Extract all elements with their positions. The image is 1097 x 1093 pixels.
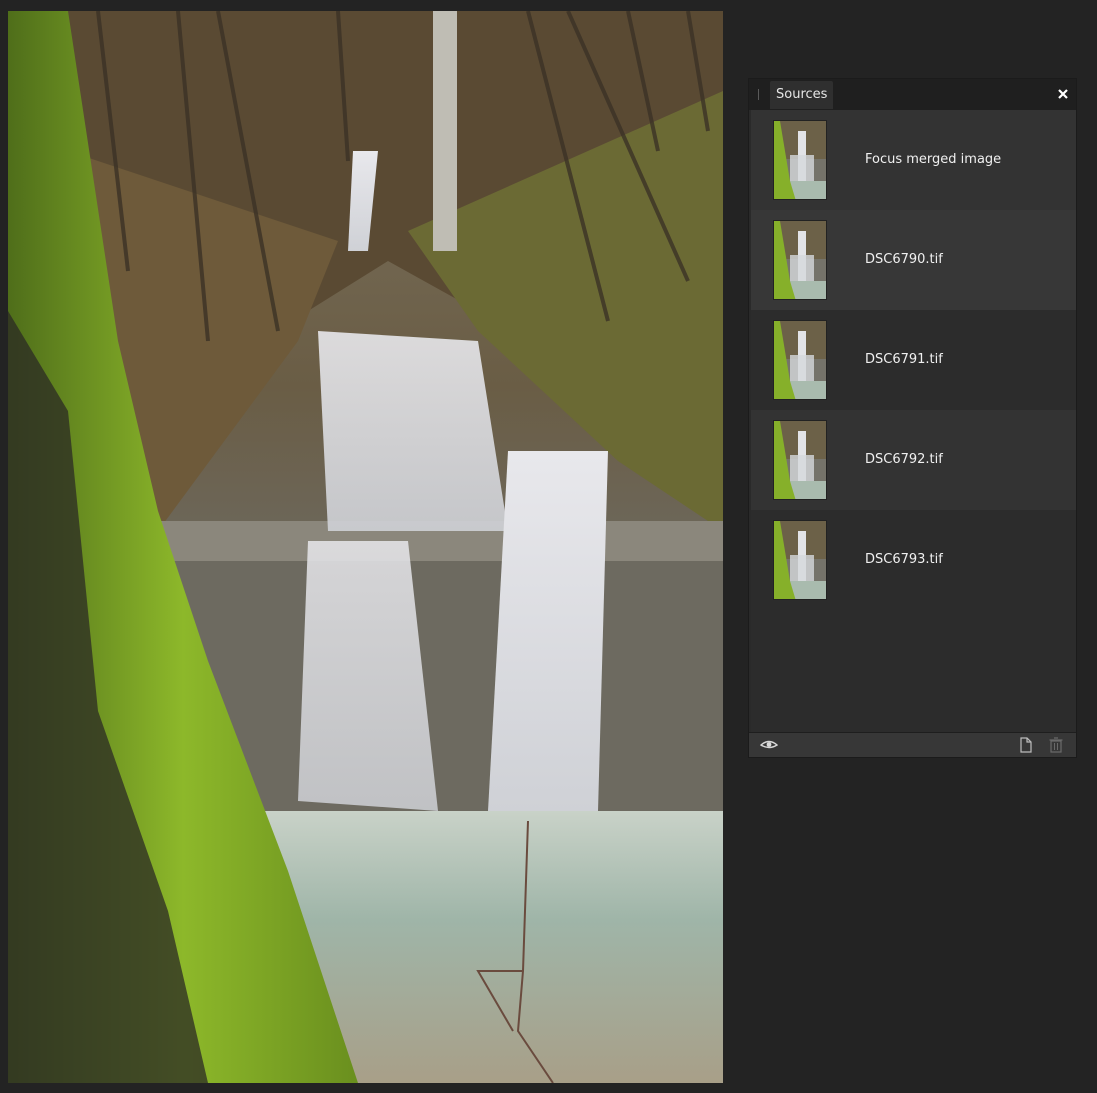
source-row-focus-merged[interactable]: Focus merged image — [751, 110, 1076, 210]
tab-sources[interactable]: Sources — [770, 81, 834, 109]
source-thumbnail — [773, 520, 827, 600]
panel-grip-handle[interactable] — [758, 89, 759, 100]
source-label: Focus merged image — [865, 152, 1002, 167]
sources-panel: Sources Focus merged image DSC6790.tif D… — [748, 78, 1077, 758]
source-row-dsc6790[interactable]: DSC6790.tif — [751, 210, 1076, 310]
source-label: DSC6792.tif — [865, 452, 943, 467]
source-thumbnail — [773, 320, 827, 400]
eye-icon[interactable] — [759, 737, 779, 753]
source-thumbnail — [773, 220, 827, 300]
source-label: DSC6793.tif — [865, 552, 943, 567]
panel-header: Sources — [749, 79, 1076, 110]
document-canvas[interactable] — [0, 0, 732, 1093]
new-document-icon[interactable] — [1017, 737, 1035, 753]
source-label: DSC6790.tif — [865, 252, 943, 267]
source-row-dsc6791[interactable]: DSC6791.tif — [751, 310, 1076, 410]
panel-footer — [749, 732, 1076, 757]
source-label: DSC6791.tif — [865, 352, 943, 367]
sources-list: Focus merged image DSC6790.tif DSC6791.t… — [751, 110, 1076, 732]
waterfall-photo — [8, 11, 723, 1083]
trash-icon[interactable] — [1047, 737, 1065, 753]
source-row-dsc6792[interactable]: DSC6792.tif — [751, 410, 1076, 510]
source-thumbnail — [773, 420, 827, 500]
source-row-dsc6793[interactable]: DSC6793.tif — [751, 510, 1076, 610]
close-icon[interactable] — [1056, 86, 1070, 100]
source-thumbnail — [773, 120, 827, 200]
